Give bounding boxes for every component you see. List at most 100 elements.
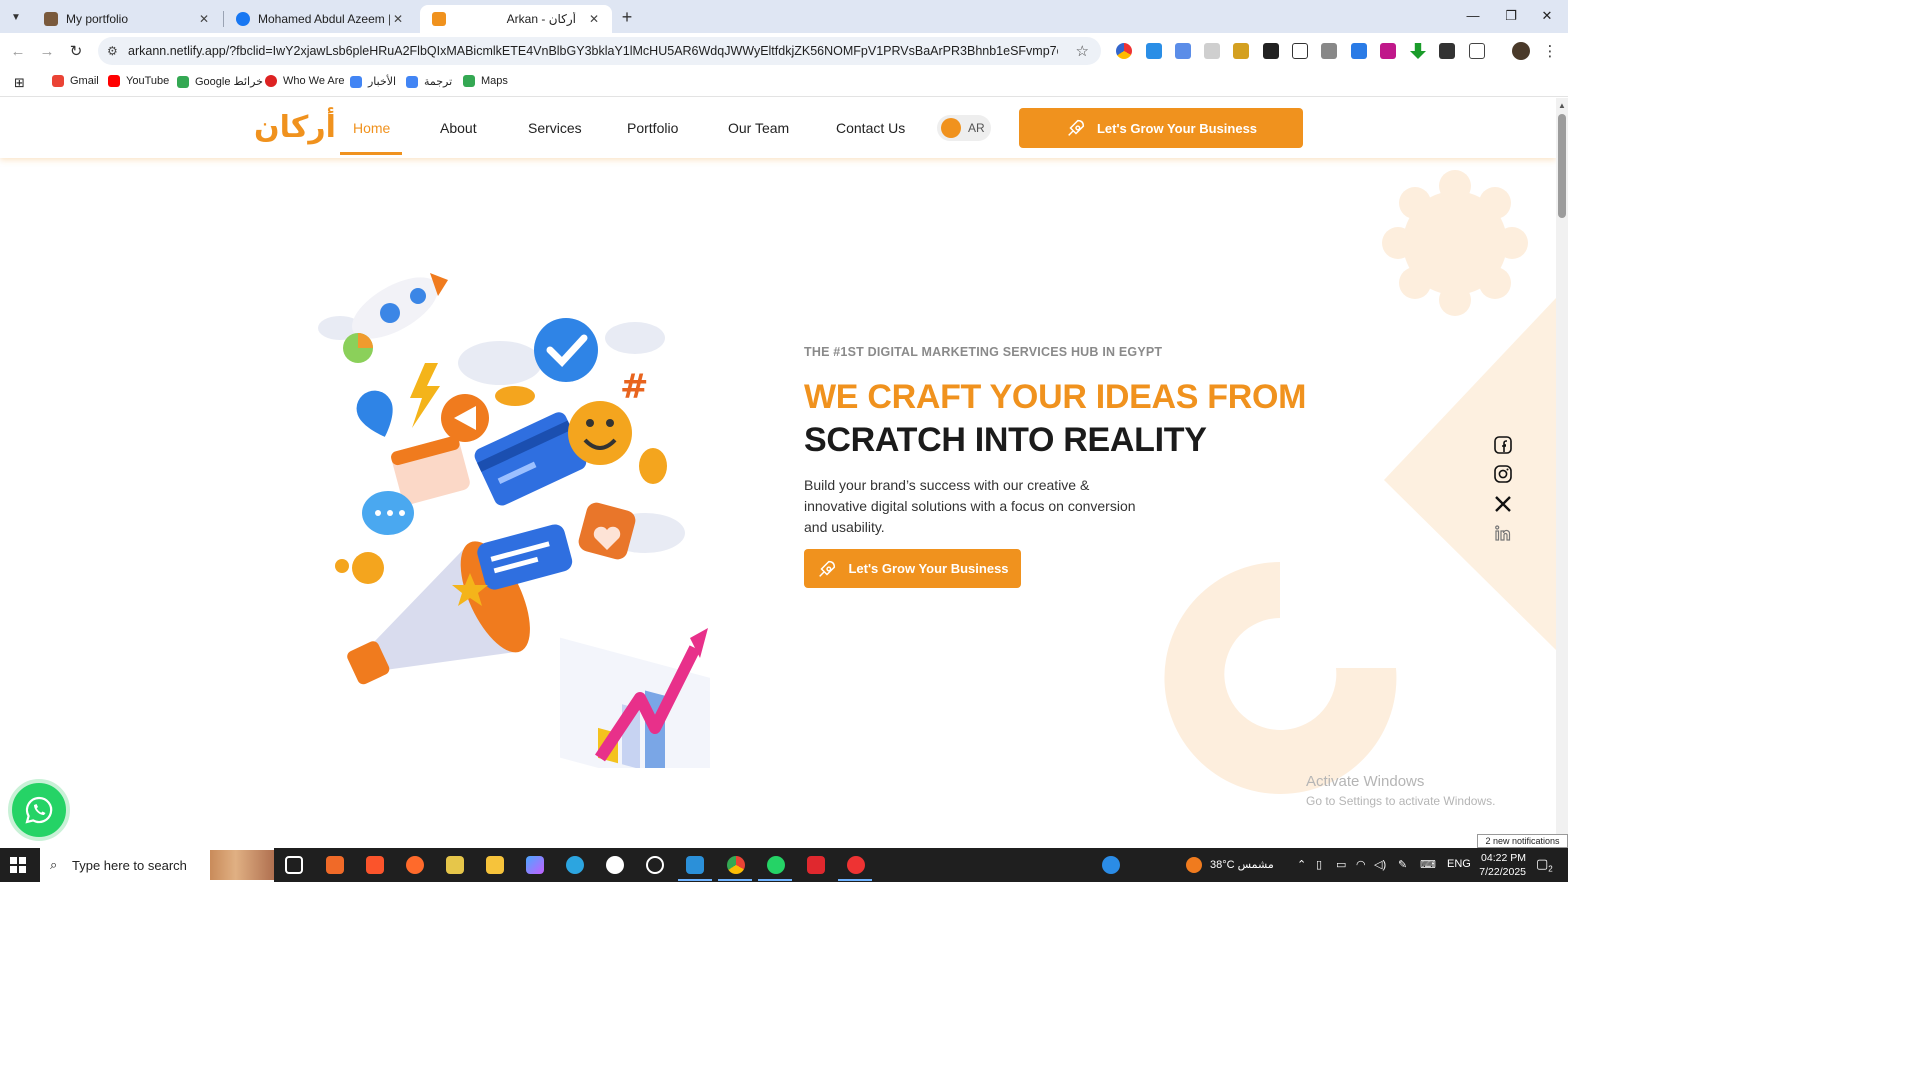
bookmark-news[interactable]: الأخبار: [350, 75, 396, 88]
hero-eyebrow: THE #1ST DIGITAL MARKETING SERVICES HUB …: [804, 345, 1163, 359]
vscode-running-indicator: [678, 879, 712, 881]
bookmark-translate[interactable]: ترجمة: [406, 75, 452, 88]
ring-decoration: [1164, 562, 1397, 794]
bookmark-maps[interactable]: Maps: [463, 75, 508, 87]
browser-toolbar: ← → ↻ ⚙ arkann.netlify.app/?fbclid=IwY2x…: [0, 33, 1568, 69]
wps-icon[interactable]: [807, 856, 825, 874]
bookmark-google-maps-ar[interactable]: Google خرائط: [177, 75, 263, 88]
download-extension-icon[interactable]: [1146, 43, 1162, 59]
app-icon[interactable]: [326, 856, 344, 874]
chevron-up-icon[interactable]: ⌃: [1297, 858, 1306, 871]
whatsapp-taskbar-icon[interactable]: [767, 856, 785, 874]
extension-icon[interactable]: [1351, 43, 1367, 59]
brave-icon[interactable]: [366, 856, 384, 874]
chrome-icon[interactable]: [727, 856, 745, 874]
bookmark-who-we-are[interactable]: Who We Are: [265, 75, 345, 87]
close-icon[interactable]: ✕: [196, 11, 212, 27]
help-icon[interactable]: [1102, 856, 1120, 874]
back-button[interactable]: ←: [8, 41, 28, 61]
taskbar-clock[interactable]: 04:22 PM 7/22/2025: [1456, 851, 1526, 879]
vscode-icon[interactable]: [686, 856, 704, 874]
instagram-icon[interactable]: [1493, 464, 1513, 484]
download-arrow-icon[interactable]: [1410, 43, 1426, 59]
nav-about[interactable]: About: [440, 120, 477, 136]
volume-icon[interactable]: ◁): [1374, 858, 1386, 871]
x-icon[interactable]: [1493, 494, 1513, 514]
extension-icon[interactable]: [1233, 43, 1249, 59]
app-icon[interactable]: [446, 856, 464, 874]
reload-button[interactable]: ↻: [66, 41, 86, 61]
hero-cta-button[interactable]: Let's Grow Your Business: [804, 549, 1021, 588]
wifi-icon[interactable]: ◠: [1356, 858, 1366, 871]
tab-my-portfolio[interactable]: My portfolio ✕: [32, 5, 222, 33]
extensions-puzzle-icon[interactable]: [1469, 43, 1485, 59]
new-tab-button[interactable]: +: [617, 7, 637, 27]
hero-paragraph: Build your brand’s success with our crea…: [804, 477, 1136, 535]
whatsapp-running-indicator: [758, 879, 792, 881]
camera-extension-icon[interactable]: [1321, 43, 1337, 59]
nav-our-team[interactable]: Our Team: [728, 120, 789, 136]
forward-button[interactable]: →: [37, 41, 57, 61]
image-extension-icon[interactable]: [1292, 43, 1308, 59]
task-view-icon[interactable]: [285, 856, 303, 874]
tab-arkan[interactable]: Arkan - أركان ✕: [420, 5, 612, 33]
scrollbar-thumb[interactable]: [1558, 114, 1566, 218]
minimize-button[interactable]: —: [1458, 8, 1488, 23]
battery-icon[interactable]: ▭: [1336, 858, 1346, 871]
page-scrollbar[interactable]: ▲: [1556, 98, 1568, 848]
notification-center-icon[interactable]: ▢2: [1536, 856, 1553, 874]
app-icon[interactable]: [847, 856, 865, 874]
keyboard-icon[interactable]: ⌨: [1420, 858, 1436, 871]
language-toggle[interactable]: AR: [937, 115, 991, 141]
activate-windows-title: Activate Windows: [1306, 773, 1425, 790]
address-bar[interactable]: ⚙ arkann.netlify.app/?fbclid=IwY2xjawLsb…: [98, 37, 1101, 65]
app-icon[interactable]: [406, 856, 424, 874]
tab-search-button[interactable]: ▼: [6, 7, 26, 27]
bookmark-youtube[interactable]: YouTube: [108, 75, 169, 87]
notification-toast[interactable]: 2 new notifications: [1477, 834, 1568, 848]
rocket-icon: [1068, 119, 1085, 136]
arkan-logo[interactable]: أركان: [254, 110, 337, 145]
weather-text[interactable]: 38°C مشمس: [1210, 858, 1274, 871]
scroll-up-arrow[interactable]: ▲: [1558, 101, 1566, 110]
close-icon[interactable]: ✕: [390, 11, 406, 27]
bookmark-star-icon[interactable]: ☆: [1076, 42, 1089, 60]
windows-start-button[interactable]: [10, 857, 26, 873]
profile-avatar[interactable]: [1512, 42, 1530, 60]
extension-icon[interactable]: [1175, 43, 1191, 59]
extension-icon[interactable]: [1116, 43, 1132, 59]
extension-icon[interactable]: [1439, 43, 1455, 59]
device-icon[interactable]: ▯: [1316, 858, 1322, 871]
taskbar-search[interactable]: ⌕ Type here to search: [40, 848, 274, 882]
facebook-favicon: [236, 12, 250, 26]
bookmark-gmail[interactable]: Gmail: [52, 75, 99, 87]
header-cta-button[interactable]: Let's Grow Your Business: [1019, 108, 1303, 148]
text-extension-icon[interactable]: [1204, 43, 1220, 59]
site-info-icon[interactable]: ⚙: [107, 44, 118, 58]
font-extension-icon[interactable]: [1263, 43, 1279, 59]
chatgpt-icon[interactable]: [646, 856, 664, 874]
linkedin-icon[interactable]: [1493, 523, 1513, 543]
pen-icon[interactable]: ✎: [1398, 858, 1407, 871]
extension-icon[interactable]: [1380, 43, 1396, 59]
nav-contact-us[interactable]: Contact Us: [836, 120, 905, 136]
restore-button[interactable]: ❐: [1496, 8, 1526, 24]
nav-home[interactable]: Home: [353, 120, 390, 136]
copilot-icon[interactable]: [526, 856, 544, 874]
weather-sun-icon[interactable]: [1186, 857, 1202, 873]
bookmarks-bar: ⊞ Gmail YouTube Google خرائط Who We Are …: [0, 69, 1568, 97]
hero-title-line2: SCRATCH INTO REALITY: [804, 421, 1207, 459]
github-icon[interactable]: [606, 856, 624, 874]
whatsapp-float-button[interactable]: [8, 779, 70, 841]
close-window-button[interactable]: ✕: [1532, 8, 1562, 24]
apps-grid-icon[interactable]: ⊞: [14, 75, 25, 91]
nav-services[interactable]: Services: [528, 120, 582, 136]
close-icon[interactable]: ✕: [586, 11, 602, 27]
nav-portfolio[interactable]: Portfolio: [627, 120, 678, 136]
tab-facebook[interactable]: Mohamed Abdul Azeem | Faceb ✕: [224, 5, 416, 33]
facebook-icon[interactable]: [1493, 435, 1513, 455]
file-explorer-icon[interactable]: [486, 856, 504, 874]
menu-dots-icon[interactable]: ⋮: [1540, 41, 1560, 61]
youtube-icon: [108, 75, 120, 87]
telegram-icon[interactable]: [566, 856, 584, 874]
